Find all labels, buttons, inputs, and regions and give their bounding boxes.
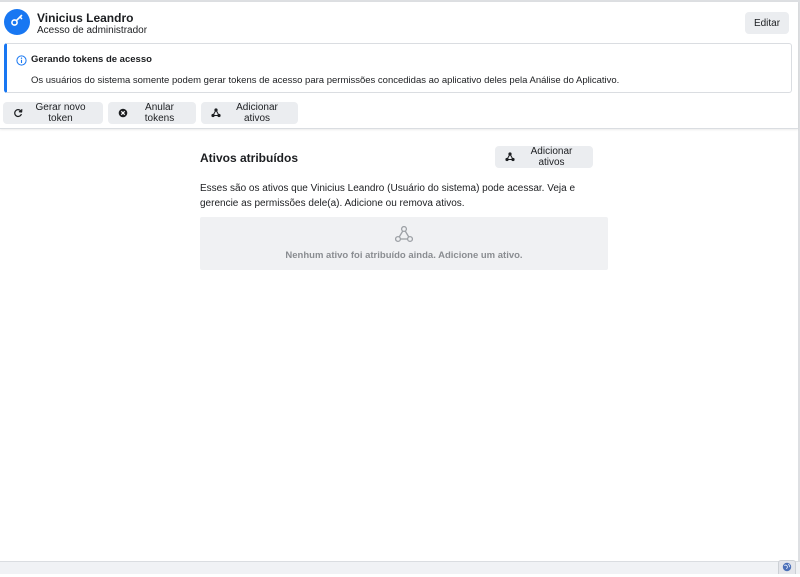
- revoke-tokens-button[interactable]: Anular tokens: [108, 102, 196, 124]
- nodes-icon: [211, 108, 221, 118]
- avatar: [4, 9, 30, 35]
- empty-assets-message: Nenhum ativo foi atribuído ainda. Adicio…: [285, 250, 523, 261]
- generate-token-label: Gerar novo token: [35, 102, 86, 124]
- assigned-assets-title: Ativos atribuídos: [200, 151, 299, 165]
- add-assets-button[interactable]: Adicionar ativos: [495, 146, 593, 168]
- key-icon: [10, 13, 24, 32]
- generate-token-button[interactable]: Gerar novo token: [3, 102, 103, 124]
- add-assets-label: Adicionar ativos: [530, 146, 573, 168]
- access-token-notice: Gerando tokens de acesso Os usuários do …: [4, 43, 792, 93]
- close-circle-icon: [118, 108, 128, 118]
- footer-bar: [0, 561, 800, 574]
- user-name: Vinicius Leandro: [37, 11, 134, 25]
- empty-assets-panel: Nenhum ativo foi atribuído ainda. Adicio…: [200, 217, 608, 270]
- assets-description: Esses são os ativos que Vinicius Leandro…: [200, 183, 576, 209]
- system-user-header: Vinicius Leandro Acesso de administrador…: [0, 2, 798, 129]
- add-assets-toolbar-button[interactable]: Adicionar ativos: [201, 102, 298, 124]
- info-icon: [16, 53, 27, 71]
- notice-title: Gerando tokens de acesso: [31, 54, 152, 65]
- notice-text: Os usuários do sistema somente podem ger…: [31, 75, 620, 86]
- user-role: Acesso de administrador: [37, 25, 148, 36]
- nodes-icon: [505, 152, 515, 162]
- edit-button[interactable]: Editar: [745, 12, 789, 34]
- add-assets-toolbar-label: Adicionar ativos: [236, 102, 278, 124]
- nodes-icon: [394, 225, 414, 248]
- revoke-tokens-label: Anular tokens: [144, 102, 175, 124]
- refresh-icon: [13, 108, 23, 118]
- language-button[interactable]: [778, 560, 796, 574]
